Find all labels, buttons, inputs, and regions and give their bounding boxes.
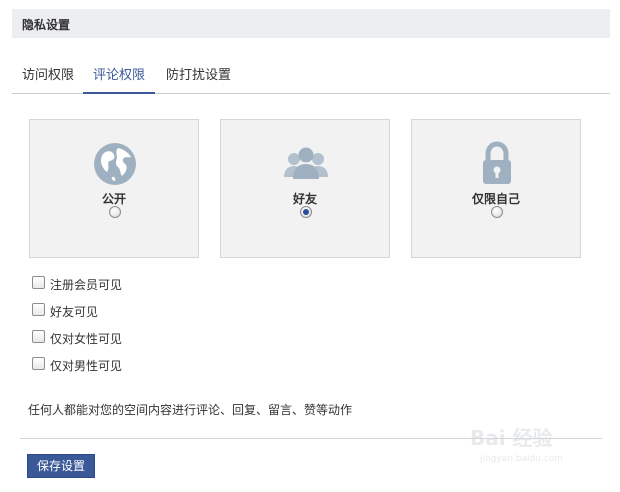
- checkbox-label: 好友可见: [50, 305, 99, 319]
- settings-header: 隐私设置: [12, 9, 610, 38]
- page-title: 隐私设置: [22, 18, 71, 32]
- checkbox[interactable]: [32, 303, 45, 316]
- option-label-public: 公开: [101, 192, 126, 206]
- option-label-only-me: 仅限自己: [471, 192, 520, 206]
- tab-bar: 访问权限 评论权限 防打扰设置: [12, 58, 610, 94]
- tab-do-not-disturb[interactable]: 防打扰设置: [166, 64, 231, 94]
- checkbox-male-only[interactable]: 仅对男性可见: [32, 356, 232, 373]
- checkbox-label: 仅对女性可见: [50, 332, 123, 346]
- watermark-text: Bai 经验: [470, 426, 553, 450]
- option-card-public[interactable]: 公开: [29, 119, 199, 258]
- checkbox-label: 仅对男性可见: [50, 359, 123, 373]
- checkbox-registered-members[interactable]: 注册会员可见: [32, 275, 232, 292]
- radio-friends[interactable]: [300, 206, 312, 218]
- lock-icon: [483, 141, 511, 184]
- checkbox[interactable]: [32, 276, 45, 289]
- permission-description: 任何人都能对您的空间内容进行评论、回复、留言、赞等动作: [28, 403, 353, 417]
- tab-comment-permission[interactable]: 评论权限: [83, 64, 156, 94]
- people-icon: [284, 147, 328, 179]
- radio-only-me[interactable]: [491, 206, 503, 218]
- checkbox[interactable]: [32, 330, 45, 343]
- tab-access-permission[interactable]: 访问权限: [22, 64, 74, 94]
- option-card-friends[interactable]: 好友: [220, 119, 390, 258]
- checkbox-female-only[interactable]: 仅对女性可见: [32, 329, 232, 346]
- option-label-friends: 好友: [292, 192, 317, 206]
- watermark-url: jingyan.baidu.com: [480, 454, 564, 464]
- watermark: Bai 经验 jingyan.baidu.com: [470, 422, 590, 472]
- checkbox-label: 注册会员可见: [50, 278, 123, 292]
- globe-icon: [94, 143, 136, 185]
- radio-public[interactable]: [109, 206, 121, 218]
- checkbox[interactable]: [32, 357, 45, 370]
- checkbox-friends[interactable]: 好友可见: [32, 302, 232, 319]
- save-settings-button[interactable]: 保存设置: [27, 454, 95, 478]
- option-card-only-me[interactable]: 仅限自己: [411, 119, 581, 258]
